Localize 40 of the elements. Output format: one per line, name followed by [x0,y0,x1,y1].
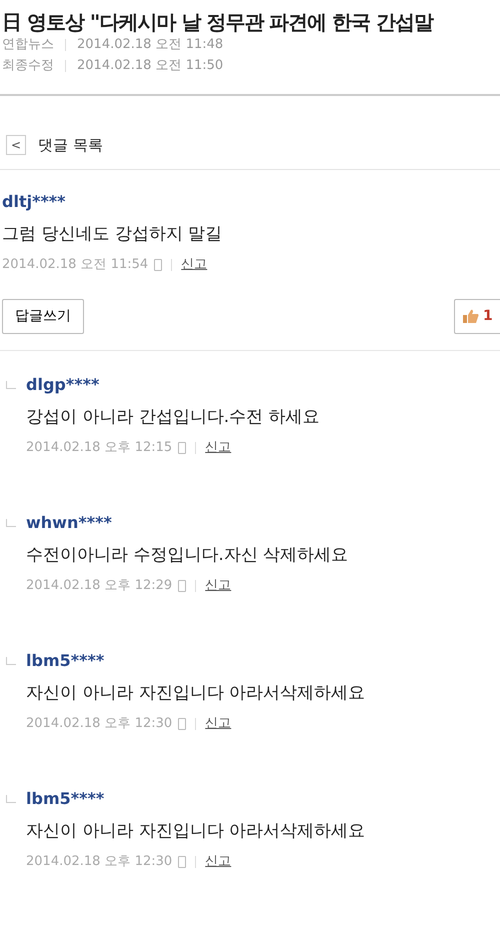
report-link[interactable]: 신고 [205,852,232,872]
report-link[interactable]: 신고 [181,255,208,274]
comment-author: lbm5**** [26,650,106,672]
comment-text: 자신이 아니라 자진입니다 아라서삭제하세요 [26,820,366,842]
comment-time: 2014.02.18 오후 12:29 [26,577,172,595]
meta-label: 연합뉴스 [2,36,54,54]
thumbs-up-icon [463,309,479,323]
mobile-icon [178,856,186,868]
comment-time: 2014.02.18 오후 12:30 [26,853,172,871]
mobile-icon [178,442,186,454]
mobile-icon [178,580,186,592]
article-title: 日 영토상 "다케시마 날 정무관 파견에 한국 간섭말 [1,9,435,34]
comment-time: 2014.02.18 오후 12:30 [26,715,172,733]
reply-indent-icon [6,380,16,388]
reply-indent-icon [6,656,16,664]
comment-time: 2014.02.18 오전 11:54 [2,256,148,274]
report-link[interactable]: 신고 [205,714,232,734]
comment-text: 강섭이 아니라 간섭입니다.수전 하세요 [26,406,320,428]
like-count: 1 [483,306,493,326]
back-icon[interactable]: < [6,135,26,156]
comment-text: 수전이아니라 수정입니다.자신 삭제하세요 [26,544,348,566]
reply-button[interactable]: 답글쓰기 [2,298,84,334]
report-link[interactable]: 신고 [205,438,232,458]
mobile-icon [178,718,186,730]
comment-text: 자신이 아니라 자진입니다 아라서삭제하세요 [26,682,366,704]
reply-indent-icon [6,518,16,526]
meta-label: 최종수정 [2,57,54,75]
like-button[interactable]: 1 [454,298,500,334]
comment-author: lbm5**** [26,788,106,810]
meta-date: 2014.02.18 오전 11:50 [77,57,224,75]
comment-text: 그럼 당신네도 강섭하지 말길 [2,222,224,246]
mobile-icon [154,258,162,271]
comment-author: whwn**** [26,512,113,534]
comment-list-title: 댓글 목록 [38,135,103,156]
comment-author: dltj**** [2,190,67,212]
report-link[interactable]: 신고 [205,576,232,596]
meta-date: 2014.02.18 오전 11:48 [77,36,224,54]
comment-author: dlgp**** [26,374,100,396]
comment-time: 2014.02.18 오후 12:15 [26,439,172,457]
reply-indent-icon [6,794,16,802]
